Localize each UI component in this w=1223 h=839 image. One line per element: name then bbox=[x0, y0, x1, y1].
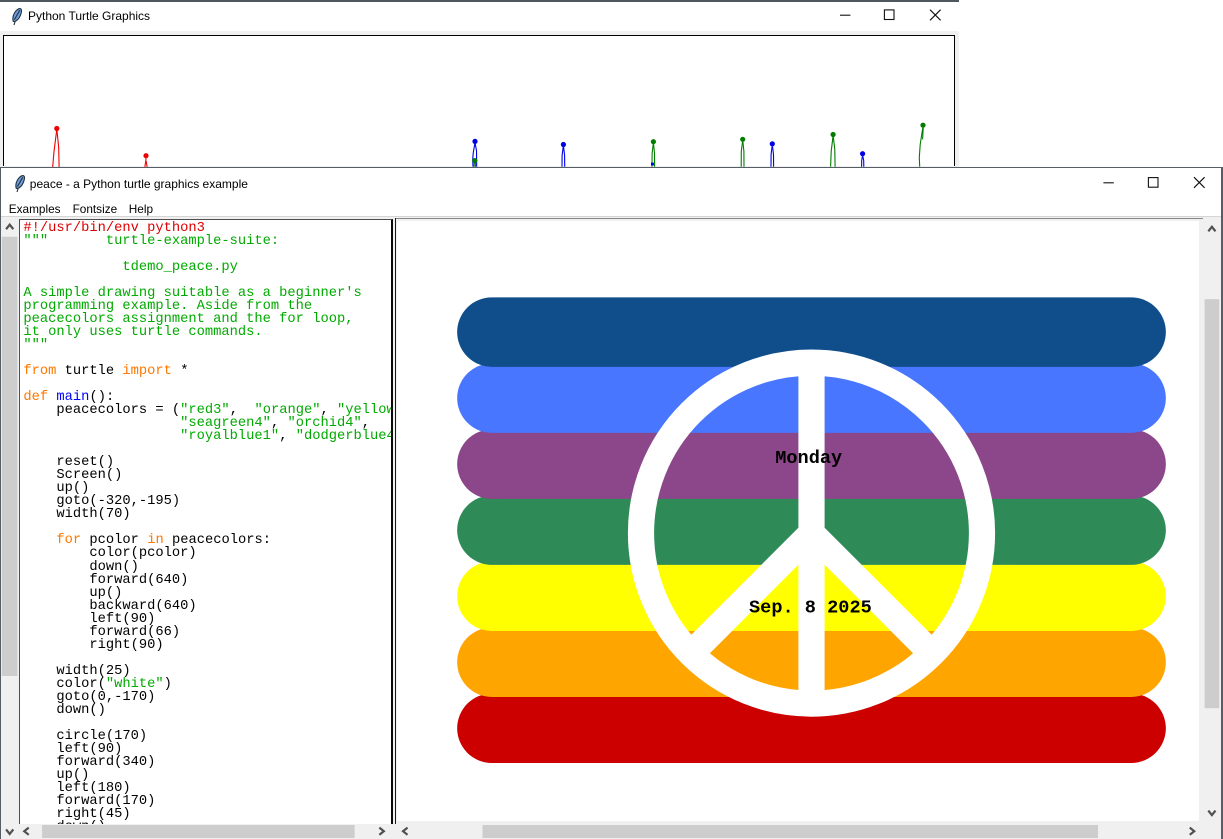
svg-text:Monday: Monday bbox=[776, 448, 843, 469]
svg-text:Sep. 8 2025: Sep. 8 2025 bbox=[749, 598, 872, 619]
